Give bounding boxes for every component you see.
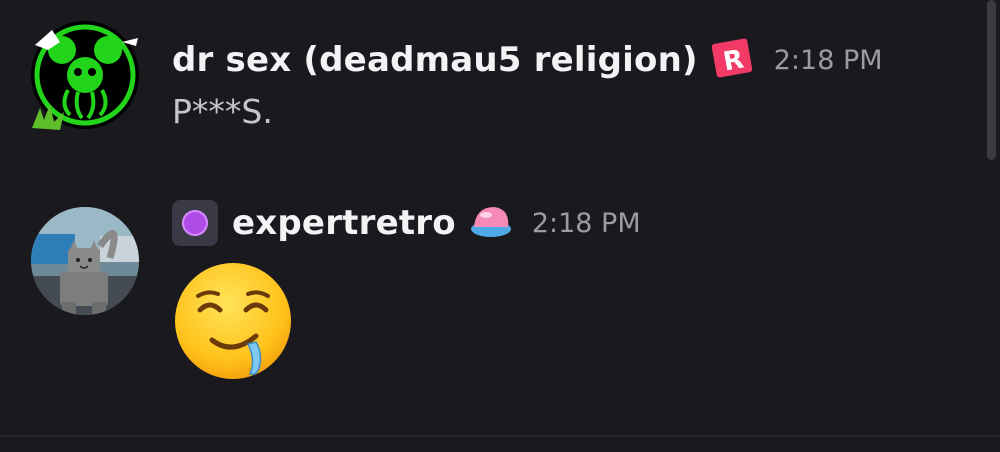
- divider: [0, 435, 1000, 437]
- user-avatar[interactable]: [30, 20, 140, 130]
- message-header: expertretro 2:18 PM: [172, 200, 641, 246]
- message-header: dr sex (deadmau5 religion) R 2:18 PM: [172, 35, 883, 85]
- message-timestamp: 2:18 PM: [531, 207, 641, 239]
- username[interactable]: expertretro: [232, 203, 456, 243]
- roblox-logo-icon: R: [710, 35, 756, 85]
- cat-avatar-icon: [31, 207, 139, 315]
- scrollbar-thumb[interactable]: [987, 0, 996, 160]
- drooling-face-emoji: [172, 260, 294, 382]
- username[interactable]: dr sex (deadmau5 religion): [172, 40, 698, 80]
- chat-message: expertretro 2:18 PM: [0, 200, 975, 390]
- message-text: P***S.: [172, 92, 273, 131]
- user-avatar[interactable]: [30, 206, 140, 316]
- pink-cap-icon: [468, 201, 514, 245]
- role-icon[interactable]: [172, 200, 218, 246]
- message-timestamp: 2:18 PM: [773, 44, 883, 76]
- deadmau5-avatar-icon: [31, 21, 139, 130]
- chat-message: dr sex (deadmau5 religion) R 2:18 PM P**…: [0, 20, 975, 160]
- purple-circle-icon: [182, 210, 208, 236]
